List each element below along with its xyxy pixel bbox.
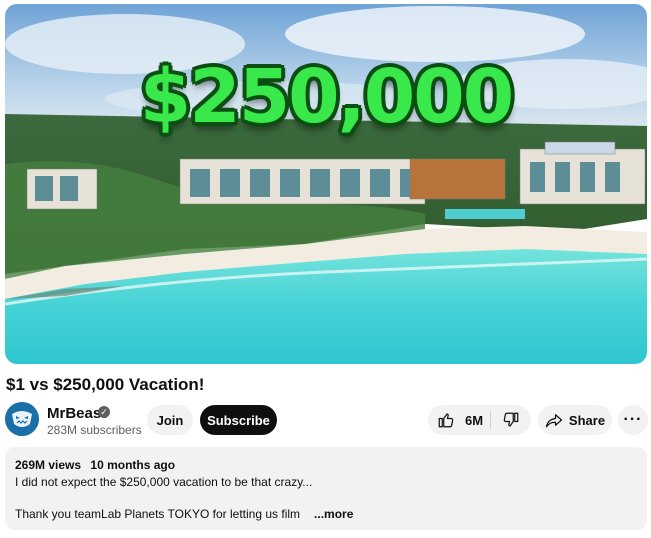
thumbnail-headline: $250,000 [139,54,515,140]
thumbs-down-icon [503,412,519,427]
subscriber-count: 283M subscribers [47,423,142,437]
like-dislike-group: 6M [428,405,531,435]
upload-age: 10 months ago [90,458,176,472]
more-options-icon[interactable]: ··· [618,405,648,435]
text-fade [300,508,313,521]
thumbs-up-icon [438,413,454,428]
subscribe-button[interactable]: Subscribe [200,405,277,435]
video-thumbnail[interactable]: $250,000 [5,4,647,364]
like-button[interactable]: 6M [428,405,490,435]
dislike-button[interactable] [491,405,531,435]
video-title: $1 vs $250,000 Vacation! [6,375,205,394]
channel-avatar[interactable] [5,402,39,436]
description-line-2-row: Thank you teamLab Planets TOKYO for lett… [15,507,353,521]
verified-check-icon: ✓ [98,406,110,418]
share-icon [545,414,563,428]
share-button[interactable]: Share [538,405,612,435]
share-label: Share [568,412,606,428]
like-count: 6M [465,412,484,428]
description-line-2: Thank you teamLab Planets TOKYO for lett… [15,507,301,521]
description-box[interactable]: 269M views 10 months ago I did not expec… [5,447,647,530]
view-count: 269M views [15,458,82,472]
show-more-link[interactable]: ...more [314,507,353,521]
beast-logo-icon [5,402,39,436]
description-meta: 269M views 10 months ago [15,458,175,472]
join-button[interactable]: Join [147,405,193,435]
description-line-1: I did not expect the $250,000 vacation t… [15,475,313,489]
